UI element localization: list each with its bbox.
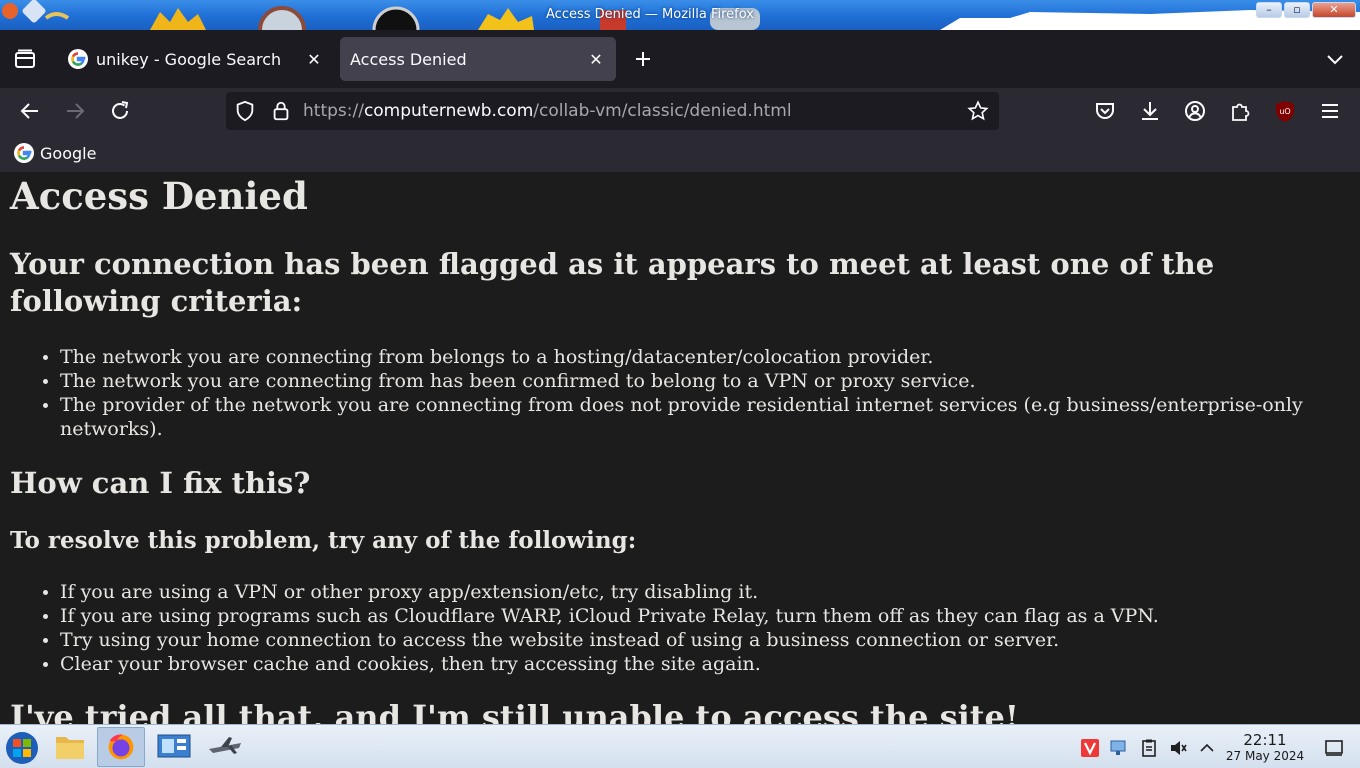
svg-text:uO: uO (1279, 107, 1290, 116)
show-desktop-icon[interactable] (1324, 738, 1344, 758)
downloads-icon[interactable] (1138, 99, 1162, 123)
reload-icon[interactable] (108, 99, 132, 123)
window-close-button[interactable]: ✕ (1312, 2, 1356, 18)
window-maximize-button[interactable]: ▫ (1284, 2, 1310, 18)
new-tab-icon[interactable] (631, 47, 655, 71)
list-item: Clear your browser cache and cookies, th… (60, 652, 1340, 676)
taskbar-clock-time[interactable]: 22:11 (1226, 731, 1304, 749)
network-tray-icon[interactable] (1108, 738, 1128, 758)
google-favicon-icon (68, 49, 88, 69)
page-title: Access Denied (10, 174, 308, 218)
tab-strip: unikey - Google Search ✕ Access Denied ✕ (0, 30, 1360, 88)
fix-subheading: To resolve this problem, try any of the … (10, 527, 637, 554)
clipboard-tray-icon[interactable] (1139, 738, 1159, 758)
bookmark-google[interactable]: Google (14, 143, 96, 163)
tab-google-search[interactable]: unikey - Google Search ✕ (56, 37, 334, 81)
fix-heading: How can I fix this? (10, 466, 311, 500)
ublock-origin-icon[interactable]: uO (1273, 99, 1297, 123)
still-unable-heading: I've tried all that, and I'm still unabl… (10, 698, 1019, 725)
forward-arrow-icon[interactable] (63, 99, 87, 123)
url-path: /collab-vm/classic/denied.html (533, 101, 792, 121)
bookmark-star-icon[interactable] (967, 100, 989, 122)
window-minimize-button[interactable]: – (1256, 2, 1282, 18)
fixes-list: If you are using a VPN or other proxy ap… (60, 580, 1340, 676)
airplane-app-icon[interactable] (201, 727, 249, 767)
back-arrow-icon[interactable] (18, 99, 42, 123)
google-favicon-icon (14, 143, 34, 163)
taskbar-clock-date[interactable]: 27 May 2024 (1222, 749, 1308, 763)
page-content: Access Denied Your connection has been f… (0, 172, 1360, 724)
tab-close-button[interactable]: ✕ (584, 50, 608, 69)
url-host: computernewb.com (363, 101, 534, 121)
control-panel-icon[interactable] (150, 727, 198, 767)
firefox-view-icon[interactable] (13, 47, 37, 71)
list-item: The network you are connecting from belo… (60, 345, 1340, 369)
url-scheme: https:// (303, 101, 364, 121)
firefox-icon (108, 734, 134, 760)
account-icon[interactable] (1183, 99, 1207, 123)
pocket-icon[interactable] (1093, 99, 1117, 123)
show-hidden-icons-chevron-icon[interactable] (1197, 738, 1217, 758)
list-item: If you are using a VPN or other proxy ap… (60, 580, 1340, 604)
tab-label: Access Denied (350, 49, 467, 69)
url-text[interactable]: https://computernewb.com/collab-vm/class… (303, 101, 792, 121)
tab-access-denied[interactable]: Access Denied ✕ (340, 37, 616, 81)
list-item: If you are using programs such as Cloudf… (60, 604, 1340, 628)
taskbar-firefox-button[interactable] (97, 727, 145, 767)
list-item: The network you are connecting from has … (60, 369, 1340, 393)
hamburger-menu-icon[interactable] (1318, 99, 1342, 123)
window-titlebar: Access Denied — Mozilla Firefox – ▫ ✕ (0, 0, 1360, 30)
criteria-list: The network you are connecting from belo… (60, 345, 1340, 441)
list-item: Try using your home connection to access… (60, 628, 1340, 652)
vivaldi-tray-icon[interactable] (1080, 738, 1100, 758)
tab-label: unikey - Google Search (96, 49, 282, 69)
address-bar[interactable]: https://computernewb.com/collab-vm/class… (226, 92, 999, 130)
lock-icon[interactable] (270, 100, 292, 122)
extensions-puzzle-icon[interactable] (1228, 99, 1252, 123)
bookmark-label: Google (40, 143, 97, 163)
tracking-protection-shield-icon[interactable] (234, 100, 256, 122)
start-orb-icon[interactable] (0, 727, 48, 767)
tab-close-button[interactable]: ✕ (302, 50, 326, 69)
list-all-tabs-chevron-icon[interactable] (1323, 47, 1347, 71)
window-title: Access Denied — Mozilla Firefox (546, 7, 754, 22)
taskbar: 22:11 27 May 2024 (0, 724, 1360, 768)
volume-muted-icon[interactable] (1168, 738, 1188, 758)
navigation-toolbar: https://computernewb.com/collab-vm/class… (0, 88, 1360, 134)
flag-heading: Your connection has been flagged as it a… (10, 247, 1215, 318)
bookmarks-toolbar: Google (0, 134, 1360, 172)
list-item: The provider of the network you are conn… (60, 393, 1340, 441)
file-manager-folder-icon[interactable] (46, 727, 94, 767)
